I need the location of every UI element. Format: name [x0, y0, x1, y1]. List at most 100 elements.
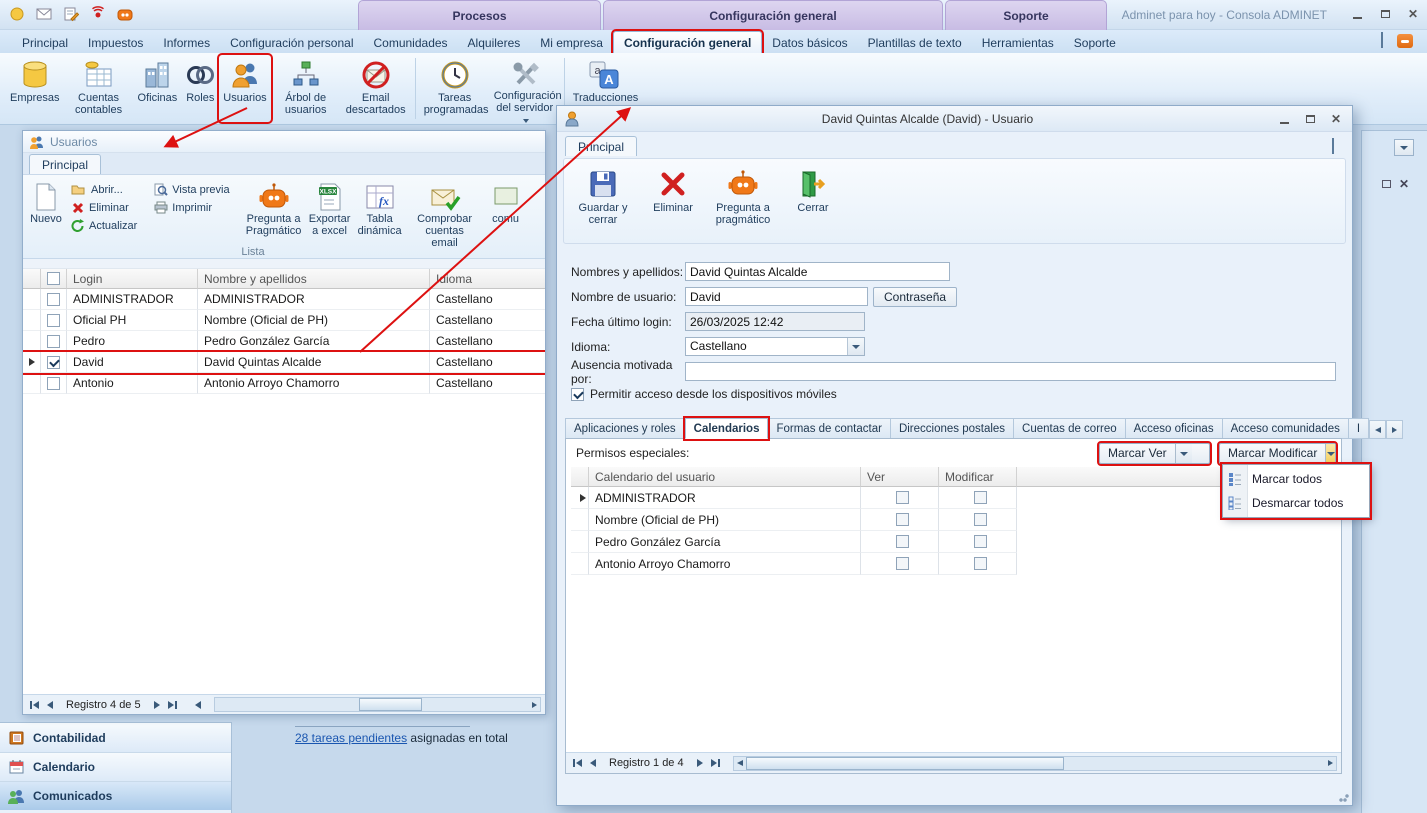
ribbon-tab-impuestos[interactable]: Impuestos: [78, 32, 153, 53]
column-header-nombre[interactable]: Nombre y apellidos: [198, 269, 430, 289]
column-header-modificar[interactable]: Modificar: [939, 467, 1017, 487]
row-checkbox[interactable]: [47, 314, 60, 327]
ver-checkbox[interactable]: [896, 513, 909, 526]
dialog-minimize-button[interactable]: [1276, 112, 1292, 126]
last-record-button[interactable]: [708, 755, 723, 771]
ribbon-tab-mi-empresa[interactable]: Mi empresa: [530, 32, 613, 53]
eliminar-button[interactable]: Eliminar: [69, 199, 139, 216]
ribbon-tab-informes[interactable]: Informes: [153, 32, 220, 53]
marcar-modificar-dropdown-icon[interactable]: [1325, 444, 1335, 463]
select-all-checkbox[interactable]: [47, 272, 60, 285]
usuario-input[interactable]: [685, 287, 868, 306]
row-checkbox[interactable]: [47, 335, 60, 348]
modificar-checkbox[interactable]: [974, 535, 987, 548]
arbol-usuarios-button[interactable]: Árbol de usuarios: [271, 55, 341, 122]
email-descartados-button[interactable]: Email descartados: [341, 55, 411, 122]
modificar-checkbox[interactable]: [974, 513, 987, 526]
previous-record-button[interactable]: [587, 755, 599, 771]
sidebar-item-calendario[interactable]: Calendario: [0, 752, 231, 781]
ribbon-tab-configuracion-personal[interactable]: Configuración personal: [220, 32, 363, 53]
column-header-login[interactable]: Login: [67, 269, 198, 289]
mail-icon[interactable]: [35, 5, 53, 23]
actualizar-button[interactable]: Actualizar: [69, 217, 139, 234]
ribbon-tab-principal[interactable]: Principal: [12, 32, 78, 53]
abrir-button[interactable]: Abrir...: [69, 181, 139, 198]
configuracion-servidor-button[interactable]: Configuración del servidor: [490, 55, 560, 122]
nuevo-button[interactable]: Nuevo: [25, 179, 67, 227]
column-header-calendario[interactable]: Calendario del usuario: [589, 467, 861, 487]
last-record-button[interactable]: [165, 697, 180, 713]
menu-item-desmarcar-todos[interactable]: Desmarcar todos: [1223, 491, 1369, 515]
ribbon-tab-datos-basicos[interactable]: Datos básicos: [762, 32, 857, 53]
dialog-eliminar-button[interactable]: Eliminar: [640, 163, 706, 214]
table-row[interactable]: Pedro Pedro González García Castellano: [23, 331, 545, 352]
tab-calendarios[interactable]: Calendarios: [685, 418, 769, 439]
tab-scroll-left-button[interactable]: [1369, 420, 1386, 439]
collapse-ribbon-icon[interactable]: [1381, 34, 1383, 48]
ver-checkbox[interactable]: [896, 535, 909, 548]
sidebar-item-contabilidad[interactable]: Contabilidad: [0, 723, 231, 752]
roles-button[interactable]: Roles: [181, 55, 219, 122]
signal-icon[interactable]: [89, 5, 107, 23]
dialog-close-button[interactable]: ✕: [1328, 112, 1344, 126]
modificar-checkbox[interactable]: [974, 557, 987, 570]
ver-checkbox[interactable]: [896, 557, 909, 570]
permisos-row[interactable]: Pedro González García: [571, 531, 1336, 553]
tab-acceso-comunidades[interactable]: Acceso comunidades: [1223, 418, 1349, 439]
modificar-checkbox[interactable]: [974, 491, 987, 504]
next-record-button[interactable]: [694, 755, 706, 771]
tab-direcciones-postales[interactable]: Direcciones postales: [891, 418, 1014, 439]
table-row-david-selected[interactable]: David David Quintas Alcalde Castellano: [23, 352, 545, 373]
tareas-programadas-button[interactable]: Tareas programadas: [420, 55, 490, 122]
imprimir-button[interactable]: Imprimir: [152, 199, 231, 216]
marcar-ver-button[interactable]: Marcar Ver: [1099, 443, 1210, 464]
marcar-ver-dropdown-icon[interactable]: [1175, 444, 1192, 463]
idioma-combobox[interactable]: Castellano: [685, 337, 865, 356]
pregunta-pragmatico-button[interactable]: Pregunta a Pragmático: [243, 179, 305, 239]
ribbon-tab-configuracion-general[interactable]: Configuración general: [613, 31, 762, 53]
tareas-pendientes-link[interactable]: 28 tareas pendientes: [295, 731, 407, 745]
pragmatico-icon[interactable]: [116, 5, 134, 23]
tab-aplicaciones-y-roles[interactable]: Aplicaciones y roles: [565, 418, 685, 439]
previous-record-button[interactable]: [44, 697, 56, 713]
empresas-button[interactable]: Empresas: [6, 55, 64, 122]
ribbon-tab-soporte[interactable]: Soporte: [1064, 32, 1126, 53]
resize-grip[interactable]: [1338, 791, 1350, 803]
row-checkbox[interactable]: [47, 377, 60, 390]
table-row[interactable]: Oficial PH Nombre (Oficial de PH) Castel…: [23, 310, 545, 331]
permisos-row[interactable]: Antonio Arroyo Chamorro: [571, 553, 1336, 575]
tab-formas-de-contactar[interactable]: Formas de contactar: [768, 418, 890, 439]
pragmatico-mini-icon[interactable]: [1397, 34, 1413, 48]
column-header-idioma[interactable]: Idioma: [430, 269, 545, 289]
usuarios-button[interactable]: Usuarios: [219, 55, 270, 122]
restore-button[interactable]: [1377, 7, 1393, 21]
column-header-ver[interactable]: Ver: [861, 467, 939, 487]
contrasena-button[interactable]: Contraseña: [873, 287, 957, 307]
badge-icon[interactable]: [8, 5, 26, 23]
ausencia-input[interactable]: [685, 362, 1336, 381]
ribbon-tab-herramientas[interactable]: Herramientas: [972, 32, 1064, 53]
row-checkbox[interactable]: [47, 293, 60, 306]
cuentas-contables-button[interactable]: Cuentas contables: [64, 55, 134, 122]
first-record-button[interactable]: [27, 697, 42, 713]
dialog-maximize-button[interactable]: [1302, 112, 1318, 126]
vista-previa-button[interactable]: Vista previa: [152, 181, 231, 198]
exportar-excel-button[interactable]: XLSX Exportar a excel: [305, 179, 355, 239]
comprobar-cuentas-email-button[interactable]: Comprobar cuentas email: [414, 179, 476, 251]
table-row[interactable]: Antonio Antonio Arroyo Chamorro Castella…: [23, 373, 545, 394]
nombres-input[interactable]: [685, 262, 950, 281]
collapse-toolbar-icon[interactable]: [1332, 140, 1334, 154]
horizontal-scrollbar[interactable]: [214, 697, 541, 712]
dialog-tab-principal[interactable]: Principal: [565, 136, 637, 156]
dock-close-button[interactable]: ✕: [1399, 177, 1409, 191]
row-checkbox-checked[interactable]: [47, 356, 60, 369]
first-record-button[interactable]: [570, 755, 585, 771]
menu-item-marcar-todos[interactable]: Marcar todos: [1223, 467, 1369, 491]
next-record-button[interactable]: [151, 697, 163, 713]
tab-clipped[interactable]: I: [1349, 418, 1369, 439]
marcar-modificar-button[interactable]: Marcar Modificar: [1219, 443, 1336, 464]
usuarios-tab-principal[interactable]: Principal: [29, 154, 101, 174]
close-button[interactable]: ✕: [1405, 7, 1421, 21]
sidebar-item-comunicados[interactable]: Comunicados: [0, 781, 231, 810]
ver-checkbox[interactable]: [896, 491, 909, 504]
